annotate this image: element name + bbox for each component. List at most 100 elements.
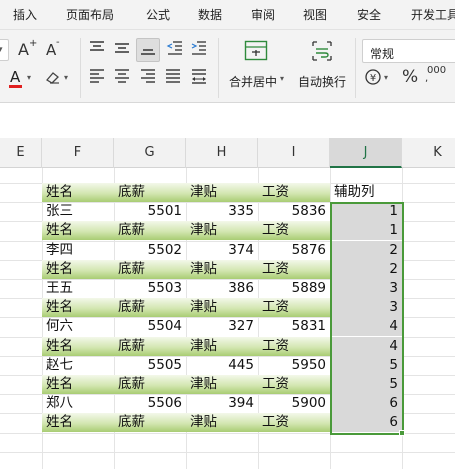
repeat-header-cell-name[interactable]: 姓名 bbox=[42, 375, 114, 394]
repeat-header-cell-name[interactable]: 姓名 bbox=[42, 221, 114, 241]
data-cell-salary[interactable]: 5889 bbox=[258, 279, 330, 298]
font-color-button[interactable]: A ▾ bbox=[8, 68, 38, 88]
data-cell-allowance[interactable]: 445 bbox=[186, 356, 258, 375]
currency-format-button[interactable]: ¥ ▾ bbox=[364, 68, 394, 88]
align-center-button[interactable] bbox=[113, 68, 135, 88]
data-cell-name[interactable]: 张三 bbox=[42, 202, 114, 221]
align-top-button[interactable] bbox=[88, 40, 110, 60]
column-header-g[interactable]: G bbox=[114, 138, 186, 168]
data-cell-helper[interactable]: 1 bbox=[330, 202, 402, 222]
column-header-e[interactable]: E bbox=[0, 138, 42, 168]
increase-font-size-button[interactable]: A + bbox=[17, 38, 39, 60]
align-middle-button[interactable] bbox=[113, 40, 135, 60]
repeat-header-cell-allowance[interactable]: 津贴 bbox=[186, 336, 258, 356]
data-cell-allowance[interactable]: 386 bbox=[186, 279, 258, 298]
data-cell-name[interactable]: 王五 bbox=[42, 279, 114, 298]
repeat-header-cell-helper[interactable]: 3 bbox=[330, 298, 402, 318]
repeat-header-cell-salary[interactable]: 工资 bbox=[258, 298, 330, 318]
repeat-header-cell-name[interactable]: 姓名 bbox=[42, 413, 114, 433]
repeat-header-cell-base[interactable]: 底薪 bbox=[114, 413, 186, 433]
data-cell-helper[interactable]: 2 bbox=[330, 240, 402, 260]
number-format-select[interactable]: 常规 bbox=[362, 39, 455, 63]
repeat-header-cell-allowance[interactable]: 津贴 bbox=[186, 375, 258, 394]
merge-center-button[interactable]: 合并居中 ▾ bbox=[226, 36, 292, 98]
data-cell-salary[interactable]: 5836 bbox=[258, 202, 330, 221]
clear-format-button[interactable]: ▾ bbox=[44, 68, 74, 88]
tab-review[interactable]: 审阅 bbox=[251, 6, 275, 23]
data-cell-base[interactable]: 5504 bbox=[114, 317, 186, 336]
data-cell-base[interactable]: 5505 bbox=[114, 356, 186, 375]
thousands-separator-button[interactable]: 000 , bbox=[424, 65, 454, 85]
data-cell-salary[interactable]: 5876 bbox=[258, 241, 330, 260]
decrease-font-size-button[interactable]: A - bbox=[45, 37, 67, 60]
repeat-header-cell-base[interactable]: 底薪 bbox=[114, 259, 186, 279]
tab-developer[interactable]: 开发工具 bbox=[411, 6, 455, 23]
percent-format-button[interactable]: % bbox=[400, 67, 422, 87]
data-cell-allowance[interactable]: 327 bbox=[186, 317, 258, 336]
data-cell-base[interactable]: 5503 bbox=[114, 279, 186, 298]
wrap-text-button[interactable]: 自动换行 bbox=[296, 36, 352, 98]
header-cell-base[interactable]: 底薪 bbox=[114, 183, 186, 202]
align-bottom-button[interactable] bbox=[136, 38, 160, 62]
distributed-align-button[interactable] bbox=[190, 68, 212, 88]
tab-view[interactable]: 视图 bbox=[303, 6, 327, 23]
tab-page-layout[interactable]: 页面布局 bbox=[66, 6, 114, 23]
data-cell-name[interactable]: 郑八 bbox=[42, 394, 114, 413]
header-cell-allowance[interactable]: 津贴 bbox=[186, 183, 258, 202]
repeat-header-cell-allowance[interactable]: 津贴 bbox=[186, 259, 258, 279]
data-cell-helper[interactable]: 3 bbox=[330, 279, 402, 298]
data-cell-salary[interactable]: 5900 bbox=[258, 394, 330, 413]
increase-indent-button[interactable] bbox=[190, 40, 212, 60]
repeat-header-cell-helper[interactable]: 1 bbox=[330, 221, 402, 241]
column-header-j[interactable]: J bbox=[330, 138, 402, 168]
tab-security[interactable]: 安全 bbox=[357, 6, 381, 23]
repeat-header-cell-salary[interactable]: 工资 bbox=[258, 259, 330, 279]
header-cell-salary[interactable]: 工资 bbox=[258, 183, 330, 202]
repeat-header-cell-helper[interactable]: 4 bbox=[330, 336, 402, 356]
repeat-header-cell-allowance[interactable]: 津贴 bbox=[186, 221, 258, 241]
align-left-button[interactable] bbox=[88, 68, 110, 88]
data-cell-allowance[interactable]: 394 bbox=[186, 394, 258, 413]
repeat-header-cell-base[interactable]: 底薪 bbox=[114, 221, 186, 241]
repeat-header-cell-base[interactable]: 底薪 bbox=[114, 336, 186, 356]
column-header-i[interactable]: I bbox=[258, 138, 330, 168]
column-header-k[interactable]: K bbox=[402, 138, 455, 168]
column-header-h[interactable]: H bbox=[186, 138, 258, 168]
repeat-header-cell-base[interactable]: 底薪 bbox=[114, 375, 186, 394]
repeat-header-cell-base[interactable]: 底薪 bbox=[114, 298, 186, 318]
repeat-header-cell-name[interactable]: 姓名 bbox=[42, 298, 114, 318]
header-cell-helper[interactable]: 辅助列 bbox=[330, 183, 402, 202]
data-cell-salary[interactable]: 5950 bbox=[258, 356, 330, 375]
spreadsheet-grid[interactable]: E F G H I J K 姓名 底薪 津贴 工资 辅助列 张三 5501 335 5836 1 姓… bbox=[0, 138, 455, 469]
repeat-header-cell-allowance[interactable]: 津贴 bbox=[186, 298, 258, 318]
tab-formulas[interactable]: 公式 bbox=[146, 6, 170, 23]
repeat-header-cell-salary[interactable]: 工资 bbox=[258, 375, 330, 394]
data-cell-base[interactable]: 5501 bbox=[114, 202, 186, 221]
header-cell-name[interactable]: 姓名 bbox=[42, 183, 114, 202]
tab-insert[interactable]: 插入 bbox=[13, 6, 37, 23]
data-cell-base[interactable]: 5502 bbox=[114, 241, 186, 260]
fill-handle[interactable] bbox=[399, 429, 405, 436]
font-size-dropdown[interactable]: ▾ bbox=[0, 39, 9, 61]
repeat-header-cell-allowance[interactable]: 津贴 bbox=[186, 413, 258, 433]
data-cell-base[interactable]: 5506 bbox=[114, 394, 186, 413]
data-cell-name[interactable]: 何六 bbox=[42, 317, 114, 336]
data-cell-helper[interactable]: 6 bbox=[330, 394, 402, 414]
justify-button[interactable] bbox=[164, 68, 186, 88]
decrease-indent-button[interactable] bbox=[166, 40, 188, 60]
data-cell-helper[interactable]: 5 bbox=[330, 355, 402, 375]
repeat-header-cell-salary[interactable]: 工资 bbox=[258, 221, 330, 241]
data-cell-name[interactable]: 李四 bbox=[42, 241, 114, 260]
data-cell-allowance[interactable]: 335 bbox=[186, 202, 258, 221]
repeat-header-cell-helper[interactable]: 5 bbox=[330, 375, 402, 394]
repeat-header-cell-name[interactable]: 姓名 bbox=[42, 259, 114, 279]
column-header-f[interactable]: F bbox=[42, 138, 114, 168]
repeat-header-cell-helper[interactable]: 2 bbox=[330, 259, 402, 279]
tab-data[interactable]: 数据 bbox=[198, 6, 222, 23]
repeat-header-cell-salary[interactable]: 工资 bbox=[258, 413, 330, 433]
data-cell-allowance[interactable]: 374 bbox=[186, 241, 258, 260]
repeat-header-cell-helper[interactable]: 6 bbox=[330, 413, 402, 433]
data-cell-helper[interactable]: 4 bbox=[330, 317, 402, 337]
data-cell-name[interactable]: 赵七 bbox=[42, 356, 114, 375]
repeat-header-cell-name[interactable]: 姓名 bbox=[42, 336, 114, 356]
